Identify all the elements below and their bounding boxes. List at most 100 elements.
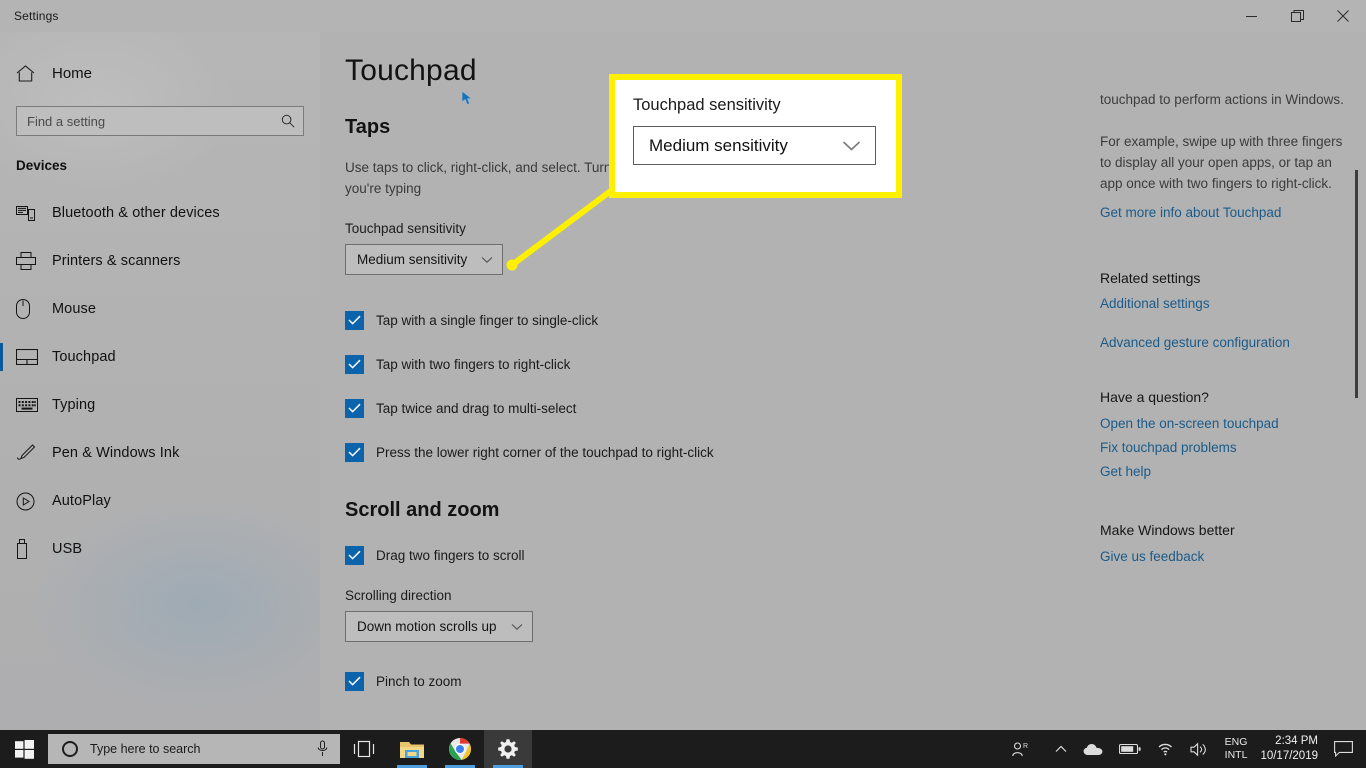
language-line-1: ENG [1224, 736, 1248, 748]
chevron-down-icon [481, 256, 493, 264]
sidebar-item-touchpad[interactable]: Touchpad [0, 333, 320, 381]
minimize-button[interactable] [1228, 0, 1274, 32]
sidebar-item-label: Printers & scanners [52, 253, 181, 269]
sidebar-item-printers-scanners[interactable]: Printers & scanners [0, 237, 320, 285]
close-button[interactable] [1320, 0, 1366, 32]
taskbar-search-placeholder: Type here to search [90, 742, 201, 756]
sidebar-item-autoplay[interactable]: AutoPlay [0, 477, 320, 525]
cortana-circle-icon [62, 741, 78, 757]
search-setting-box[interactable] [16, 106, 304, 136]
onedrive-cloud-icon[interactable] [1075, 743, 1111, 756]
microphone-icon[interactable] [317, 740, 328, 758]
sidebar-item-label: Mouse [52, 301, 97, 317]
window-title: Settings [14, 9, 59, 23]
system-tray: R ENG INTL 2:34 PM 10/17/2019 [998, 730, 1366, 768]
sidebar-item-label: AutoPlay [52, 493, 111, 509]
checkbox-checked-icon[interactable] [345, 442, 364, 462]
sidebar-item-bluetooth-other-devices[interactable]: Bluetooth & other devices [0, 189, 320, 237]
checkbox-checked-icon[interactable] [345, 354, 364, 374]
battery-icon[interactable] [1111, 743, 1149, 755]
checkbox-checked-icon[interactable] [345, 671, 364, 691]
settings-window: Settings Home Find a setting Devices Blu… [0, 0, 1366, 730]
checkbox-checked-icon[interactable] [345, 310, 364, 330]
checkbox-label: Pinch to zoom [376, 673, 462, 689]
printer-icon [16, 252, 48, 270]
search-input[interactable] [17, 107, 303, 135]
clock[interactable]: 2:34 PM 10/17/2019 [1256, 734, 1328, 764]
title-bar: Settings [0, 0, 1366, 32]
sidebar-item-home[interactable]: Home [0, 54, 320, 92]
callout-sensitivity-dropdown[interactable]: Medium sensitivity [633, 126, 876, 165]
taskbar-app-file-explorer[interactable] [388, 730, 436, 768]
taskbar-app-settings[interactable] [484, 730, 532, 768]
callout-highlight-box: Touchpad sensitivity Medium sensitivity [609, 74, 902, 198]
sidebar: Home Devices [0, 32, 320, 730]
svg-text:R: R [1023, 743, 1028, 750]
checkbox-label: Press the lower right corner of the touc… [376, 444, 714, 460]
info-paragraph-2: For example, swipe up with three fingers… [1100, 134, 1343, 191]
sidebar-item-label: Typing [52, 397, 96, 413]
start-button[interactable] [0, 730, 48, 768]
link-fix-touchpad-problems[interactable]: Fix touchpad problems [1100, 437, 1345, 458]
sidebar-item-label: Touchpad [52, 349, 116, 365]
info-pane: touchpad to perform actions in Windows. … [1100, 32, 1345, 730]
usb-icon [16, 539, 48, 559]
checkbox-checked-icon[interactable] [345, 398, 364, 418]
link-advanced-gesture-configuration[interactable]: Advanced gesture configuration [1100, 332, 1345, 353]
callout-label: Touchpad sensitivity [633, 96, 781, 114]
make-windows-better-heading: Make Windows better [1100, 522, 1235, 538]
taskbar: Type here to search R ENG INTL 2:34 PM 1… [0, 730, 1366, 768]
sidebar-item-pen-windows-ink[interactable]: Pen & Windows Ink [0, 429, 320, 477]
sidebar-item-mouse[interactable]: Mouse [0, 285, 320, 333]
volume-icon[interactable] [1182, 742, 1216, 757]
taskbar-app-google-chrome[interactable] [436, 730, 484, 768]
have-a-question-heading: Have a question? [1100, 389, 1209, 405]
scrolling-direction-dropdown[interactable]: Down motion scrolls up [345, 611, 533, 642]
bluetooth-devices-icon [16, 205, 48, 221]
chevron-down-icon [511, 623, 523, 631]
touchpad-sensitivity-value: Medium sensitivity [357, 252, 468, 267]
sidebar-item-typing[interactable]: Typing [0, 381, 320, 429]
clock-date: 10/17/2019 [1260, 750, 1318, 762]
mouse-cursor [460, 90, 474, 110]
keyboard-icon [16, 398, 48, 412]
scrollbar-thumb[interactable] [1355, 170, 1358, 398]
clock-time: 2:34 PM [1275, 735, 1318, 747]
checkbox-label: Tap with a single finger to single-click [376, 312, 599, 328]
scrolling-direction-value: Down motion scrolls up [357, 619, 497, 634]
taskbar-search-box[interactable]: Type here to search [48, 734, 340, 764]
sidebar-home-label: Home [52, 64, 93, 82]
info-paragraph-1: touchpad to perform actions in Windows. [1100, 92, 1344, 107]
checkbox-label: Tap with two fingers to right-click [376, 356, 571, 372]
link-additional-settings[interactable]: Additional settings [1100, 293, 1345, 314]
chevron-down-icon [842, 140, 861, 152]
link-open-onscreen-touchpad[interactable]: Open the on-screen touchpad [1100, 413, 1345, 434]
language-line-2: INTL [1224, 749, 1248, 761]
show-hidden-icons-icon[interactable] [1037, 745, 1075, 753]
sidebar-nav-list: Bluetooth & other devices Printers & sca… [0, 189, 320, 573]
search-icon [281, 114, 295, 128]
link-get-help[interactable]: Get help [1100, 461, 1345, 482]
checkbox-checked-icon[interactable] [345, 545, 364, 565]
autoplay-icon [16, 492, 48, 511]
action-center-icon[interactable] [1328, 741, 1366, 757]
checkbox-label: Tap twice and drag to multi-select [376, 400, 577, 416]
language-indicator[interactable]: ENG INTL [1216, 736, 1257, 762]
touchpad-sensitivity-dropdown[interactable]: Medium sensitivity [345, 244, 503, 275]
pen-icon [16, 443, 48, 463]
sidebar-item-label: USB [52, 541, 83, 557]
related-settings-heading: Related settings [1100, 270, 1201, 286]
link-get-more-info-about-touchpad[interactable]: Get more info about Touchpad [1100, 202, 1345, 223]
callout-dropdown-value: Medium sensitivity [649, 135, 788, 155]
wifi-icon[interactable] [1149, 742, 1182, 756]
home-icon [16, 64, 48, 82]
task-view-button[interactable] [340, 730, 388, 768]
vertical-scrollbar[interactable] [1350, 40, 1362, 720]
sidebar-item-usb[interactable]: USB [0, 525, 320, 573]
people-icon[interactable]: R [998, 741, 1037, 757]
checkbox-label: Drag two fingers to scroll [376, 547, 525, 563]
sidebar-item-label: Pen & Windows Ink [52, 445, 180, 461]
touchpad-icon [16, 349, 48, 365]
maximize-button[interactable] [1274, 0, 1320, 32]
link-give-us-feedback[interactable]: Give us feedback [1100, 546, 1345, 567]
